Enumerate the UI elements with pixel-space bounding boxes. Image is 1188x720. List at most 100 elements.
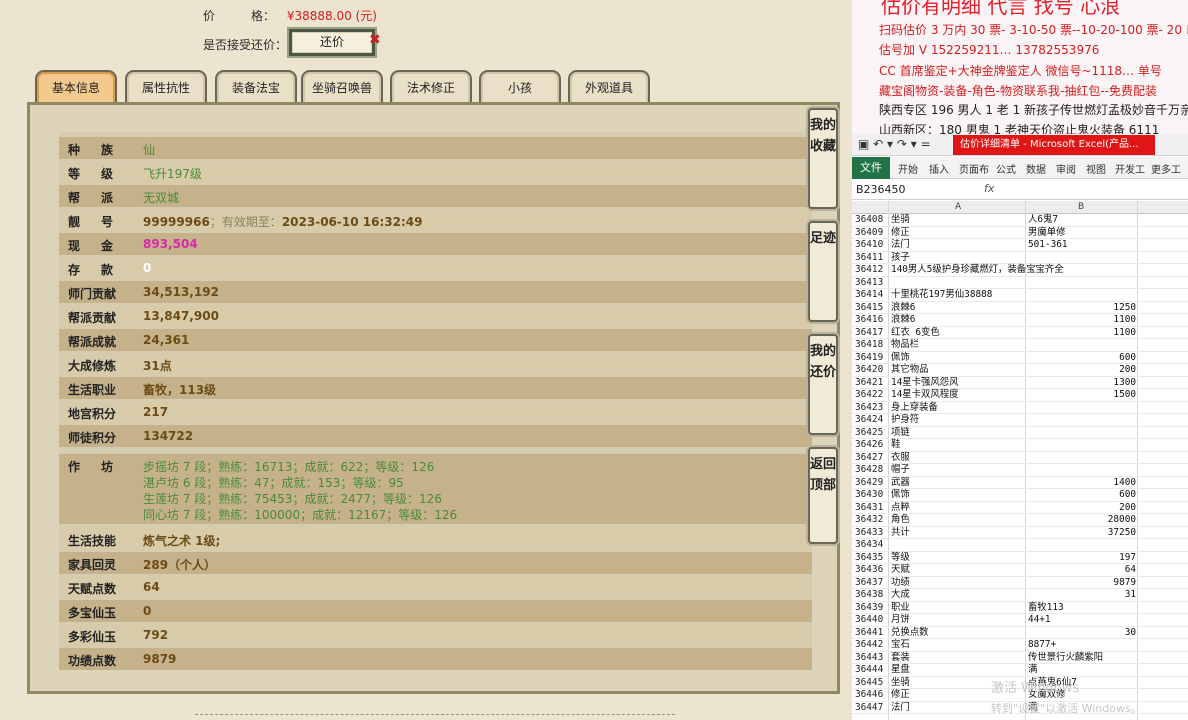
- row-number[interactable]: 36437: [855, 577, 888, 590]
- row-number[interactable]: 36438: [855, 589, 888, 602]
- spreadsheet-row[interactable]: 36428 帽子: [852, 464, 1188, 477]
- spreadsheet-row[interactable]: 36418 物品栏: [852, 339, 1188, 352]
- spreadsheet-row[interactable]: 36422 14星卡双风程度 1500: [852, 389, 1188, 402]
- spreadsheet-row[interactable]: 36442 宝石 8877+: [852, 639, 1188, 652]
- cell-a[interactable]: 140男人5级护身珍藏燃灯，装备宝宝齐全: [891, 264, 1064, 277]
- column-header-a[interactable]: A: [955, 202, 961, 212]
- cell-a[interactable]: 佩饰: [891, 352, 910, 365]
- row-number[interactable]: 36414: [855, 289, 888, 302]
- row-number[interactable]: 36435: [855, 552, 888, 565]
- row-number[interactable]: 36444: [855, 664, 888, 677]
- cell-a[interactable]: 角色: [891, 514, 910, 527]
- cell-a[interactable]: 法门: [891, 239, 910, 252]
- cell-b[interactable]: 501-361: [1028, 239, 1068, 252]
- row-number[interactable]: 36446: [855, 689, 888, 702]
- cell-b-number[interactable]: 1400: [1028, 477, 1136, 490]
- quick-access-toolbar[interactable]: ▣ ↶ ▾ ↷ ▾ =: [858, 137, 931, 151]
- cell-a[interactable]: 修正: [891, 689, 910, 702]
- spreadsheet-row[interactable]: 36412 140男人5级护身珍藏燃灯，装备宝宝齐全: [852, 264, 1188, 277]
- footprints-button[interactable]: 足迹: [808, 221, 838, 322]
- row-number[interactable]: 36426: [855, 439, 888, 452]
- ribbon-tab-formulas[interactable]: 公式: [996, 161, 1016, 176]
- cell-a[interactable]: 月饼: [891, 614, 910, 627]
- spreadsheet-row[interactable]: 36420 其它物品 200: [852, 364, 1188, 377]
- tab-appearance[interactable]: 外观道具: [568, 70, 650, 104]
- cell-b[interactable]: 人6鬼7: [1028, 214, 1058, 227]
- spreadsheet-row[interactable]: 36436 天赋 64: [852, 564, 1188, 577]
- spreadsheet-row[interactable]: 36416 浪棘6 1100: [852, 314, 1188, 327]
- row-number[interactable]: 36430: [855, 489, 888, 502]
- cell-a[interactable]: 坐骑: [891, 214, 910, 227]
- row-number[interactable]: 36429: [855, 477, 888, 490]
- cell-b-number[interactable]: 64: [1028, 564, 1136, 577]
- cell-a[interactable]: 14星卡强风怨风: [891, 377, 959, 390]
- spreadsheet-row[interactable]: 36439 职业 畜牧113: [852, 602, 1188, 614]
- my-counter-offers-button[interactable]: 我的还价: [808, 334, 838, 435]
- row-number[interactable]: 36445: [855, 677, 888, 690]
- cell-a[interactable]: 佩饰: [891, 489, 910, 502]
- spreadsheet-row[interactable]: 36433 共计 37250: [852, 527, 1188, 540]
- row-number[interactable]: 36441: [855, 627, 888, 640]
- spreadsheet-row[interactable]: 36425 项链: [852, 427, 1188, 440]
- counter-offer-button[interactable]: 还价: [287, 27, 377, 58]
- row-number[interactable]: 36442: [855, 639, 888, 652]
- row-number[interactable]: 36418: [855, 339, 888, 352]
- cell-b-number[interactable]: 37250: [1028, 527, 1136, 540]
- spreadsheet-row[interactable]: 36421 14星卡强风怨风 1300: [852, 377, 1188, 390]
- cell-a[interactable]: 大成: [891, 589, 910, 602]
- spreadsheet-row[interactable]: 36429 武器 1400: [852, 477, 1188, 490]
- row-number[interactable]: 36415: [855, 302, 888, 315]
- row-number[interactable]: 36413: [855, 277, 888, 290]
- row-number[interactable]: 36420: [855, 364, 888, 377]
- cell-a[interactable]: 浪棘6: [891, 314, 915, 327]
- cell-b-number[interactable]: 1300: [1028, 377, 1136, 390]
- cell-b-number[interactable]: 1100: [1028, 327, 1136, 340]
- spreadsheet-row[interactable]: 36441 兑换点数 30: [852, 627, 1188, 640]
- row-number[interactable]: 36409: [855, 227, 888, 240]
- cell-a[interactable]: 兑换点数: [891, 627, 929, 640]
- cell-a[interactable]: 衣服: [891, 452, 910, 465]
- cell-b-number[interactable]: 1250: [1028, 302, 1136, 315]
- cell-b[interactable]: 44+1: [1028, 614, 1051, 627]
- row-number[interactable]: 36431: [855, 502, 888, 515]
- spreadsheet-row[interactable]: 36414 十里桃花197男仙38888: [852, 289, 1188, 302]
- ribbon-tab-page-layout[interactable]: 页面布: [959, 161, 989, 176]
- row-number[interactable]: 36422: [855, 389, 888, 402]
- cell-b[interactable]: 传世景行火麟紫阳: [1028, 652, 1103, 665]
- cell-a[interactable]: 功绩: [891, 577, 910, 590]
- tab-children[interactable]: 小孩: [479, 70, 561, 104]
- name-box[interactable]: B236450: [856, 183, 906, 196]
- row-number[interactable]: 36433: [855, 527, 888, 540]
- cell-a[interactable]: 帽子: [891, 464, 910, 477]
- cell-a[interactable]: 等级: [891, 552, 910, 565]
- ribbon-tab-more[interactable]: 更多工: [1151, 161, 1181, 176]
- cell-b-number[interactable]: 197: [1028, 552, 1136, 565]
- cell-b-number[interactable]: 600: [1028, 352, 1136, 365]
- spreadsheet-row[interactable]: 36435 等级 197: [852, 552, 1188, 565]
- cell-a[interactable]: 十里桃花197男仙38888: [891, 289, 992, 302]
- spreadsheet-row[interactable]: 36430 佩饰 600: [852, 489, 1188, 502]
- ribbon-tab-home[interactable]: 开始: [898, 161, 918, 176]
- spreadsheet-row[interactable]: 36411 孩子: [852, 252, 1188, 265]
- row-number[interactable]: 36410: [855, 239, 888, 252]
- tab-basic-info[interactable]: 基本信息: [35, 70, 117, 104]
- row-number[interactable]: 36447: [855, 702, 888, 715]
- spreadsheet-row[interactable]: 36424 护身符: [852, 414, 1188, 427]
- row-number[interactable]: 36436: [855, 564, 888, 577]
- row-number[interactable]: 36412: [855, 264, 888, 277]
- spreadsheet-row[interactable]: 36426 鞋: [852, 439, 1188, 452]
- row-number[interactable]: 36434: [855, 539, 888, 552]
- spreadsheet-row[interactable]: 36419 佩饰 600: [852, 352, 1188, 365]
- cell-b-number[interactable]: 28000: [1028, 514, 1136, 527]
- row-number[interactable]: 36411: [855, 252, 888, 265]
- spreadsheet-row[interactable]: 36431 点粹 200: [852, 502, 1188, 515]
- ribbon-tab-file[interactable]: 文件: [852, 157, 890, 179]
- cell-b[interactable]: 8877+: [1028, 639, 1056, 652]
- ribbon-tab-insert[interactable]: 插入: [929, 161, 949, 176]
- cell-a[interactable]: 项链: [891, 427, 910, 440]
- cell-a[interactable]: 共计: [891, 527, 910, 540]
- cell-a[interactable]: 天赋: [891, 564, 910, 577]
- spreadsheet-row[interactable]: 36415 浪棘6 1250: [852, 302, 1188, 315]
- spreadsheet-row[interactable]: 36408 坐骑 人6鬼7: [852, 214, 1188, 227]
- tab-mounts-pets[interactable]: 坐骑召唤兽: [301, 70, 383, 104]
